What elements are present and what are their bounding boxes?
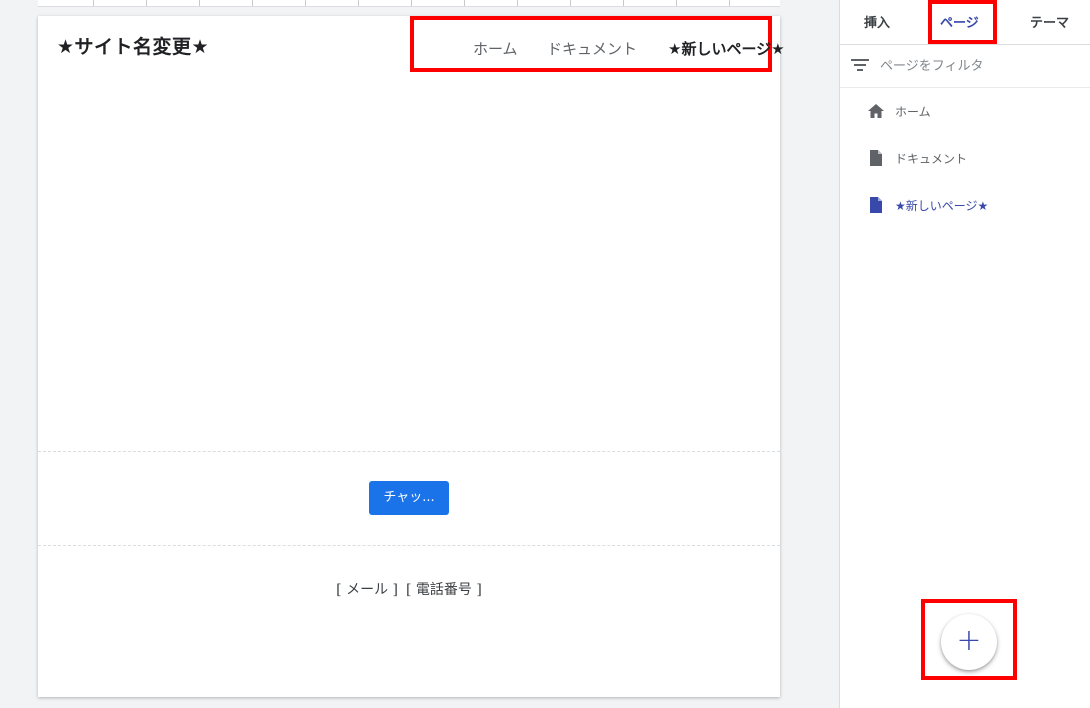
home-icon [868,104,884,118]
ruler-tick [623,0,624,6]
ruler-tick [411,0,412,6]
document-icon [870,197,882,213]
footer-email-link[interactable]: [ メール ] [336,582,398,598]
ruler-tick [146,0,147,6]
page-list-item-home[interactable]: ホーム [840,91,1090,131]
ruler-tick [305,0,306,6]
page-list-item-new-page[interactable]: ★新しいページ★ [840,185,1090,225]
nav-item-document[interactable]: ドキュメント [547,38,637,59]
nav-item-new-page[interactable]: ★新しいページ★ [668,38,785,59]
sidebar-panel: 挿入 ページ テーマ ホーム ドキュメント ★新しいページ★ + [839,0,1090,708]
page-filter [840,45,1090,88]
footer-phone-link[interactable]: [ 電話番号 ] [406,582,482,598]
page-list-label: ホーム [895,105,931,119]
top-navigation: ホーム ドキュメント ★新しいページ★ [410,16,785,72]
site-preview-page[interactable]: ★サイト名変更★ ホーム ドキュメント ★新しいページ★ チャッ... [ メー… [38,16,785,697]
ruler-tick [252,0,253,6]
ruler [38,0,780,7]
ruler-tick [517,0,518,6]
page-filter-input[interactable] [880,57,1070,75]
page-list-item-document[interactable]: ドキュメント [840,138,1090,178]
add-page-button[interactable]: + [941,614,997,670]
ruler-tick [464,0,465,6]
section-divider [38,545,780,546]
ruler-tick [676,0,677,6]
ruler-tick [570,0,571,6]
document-icon [870,150,882,166]
nav-item-home[interactable]: ホーム [473,38,518,59]
footer-contact: [ メール ] [ 電話番号 ] [38,579,780,599]
section-divider [38,451,780,452]
highlight-box [928,0,997,44]
editor-canvas: ★サイト名変更★ ホーム ドキュメント ★新しいページ★ チャッ... [ メー… [0,0,839,708]
ruler-tick [729,0,730,6]
page-list-label: ドキュメント [895,152,968,166]
ruler-tick [358,0,359,6]
ruler-tick [199,0,200,6]
sidebar-tabs: 挿入 ページ テーマ [840,0,1090,45]
tab-themes[interactable]: テーマ [1030,12,1069,31]
ruler-tick [93,0,94,6]
site-title[interactable]: ★サイト名変更★ [57,32,209,59]
page-list-label: ★新しいページ★ [895,199,989,213]
tab-insert[interactable]: 挿入 [864,12,890,31]
chat-button[interactable]: チャッ... [369,481,449,515]
filter-icon [851,59,869,71]
